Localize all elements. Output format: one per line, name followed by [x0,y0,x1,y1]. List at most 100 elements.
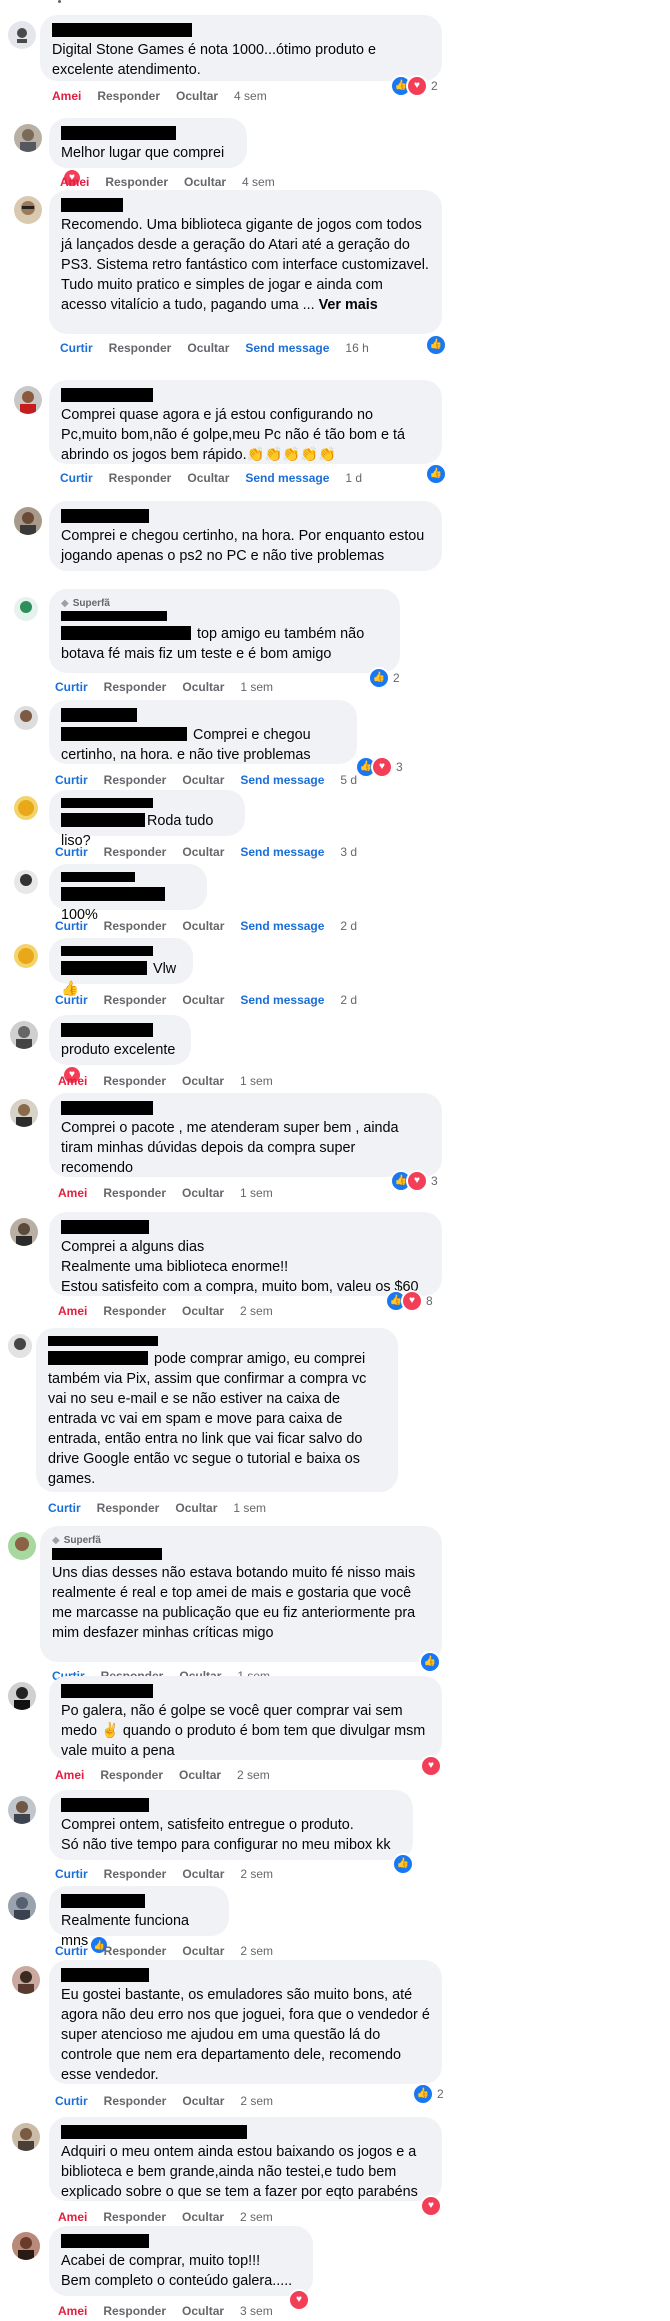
redacted-name[interactable] [61,611,167,621]
redacted-name[interactable] [61,2234,149,2248]
avatar[interactable] [10,1099,38,1127]
like-button[interactable]: Curtir [55,2094,88,2108]
avatar[interactable] [12,2232,40,2260]
timestamp[interactable]: 2 sem [240,2210,273,2224]
avatar[interactable] [10,1021,38,1049]
like-button[interactable]: Curtir [55,845,88,859]
redacted-name[interactable] [61,946,153,956]
timestamp[interactable]: 1 sem [240,1186,273,1200]
avatar[interactable] [8,1682,36,1710]
reply-button[interactable]: Responder [104,919,167,933]
reply-button[interactable]: Responder [97,1501,160,1515]
reactions[interactable]: 👍 ♥ 3 [390,1170,438,1192]
send-message-button[interactable]: Send message [240,845,324,859]
avatar[interactable] [14,386,42,414]
hide-button[interactable]: Ocultar [175,1501,217,1515]
amei-button[interactable]: Amei [60,175,89,189]
hide-button[interactable]: Ocultar [182,1867,224,1881]
timestamp[interactable]: 1 sem [240,680,273,694]
avatar[interactable] [14,870,38,894]
reply-button[interactable]: Responder [97,89,160,103]
timestamp[interactable]: 2 sem [240,2094,273,2108]
reply-button[interactable]: Responder [103,2304,166,2318]
amei-button[interactable]: Amei [58,1074,87,1088]
send-message-button[interactable]: Send message [245,341,329,355]
amei-button[interactable]: Amei [52,89,81,103]
hide-button[interactable]: Ocultar [182,845,224,859]
like-button[interactable]: Curtir [60,341,93,355]
like-button[interactable]: Curtir [48,1501,81,1515]
timestamp[interactable]: 2 sem [240,1867,273,1881]
like-button[interactable]: Curtir [55,919,88,933]
avatar[interactable] [14,196,42,224]
hide-button[interactable]: Ocultar [182,680,224,694]
reply-button[interactable]: Responder [104,845,167,859]
avatar[interactable] [14,796,38,820]
avatar[interactable] [14,597,38,621]
redacted-name[interactable] [61,1798,149,1812]
timestamp[interactable]: 2 sem [240,1944,273,1958]
reactions[interactable]: 👍 ♥ 2 [390,75,438,97]
reactions[interactable]: 👍 2 [412,2083,444,2105]
reply-button[interactable]: Responder [103,2210,166,2224]
like-button[interactable]: Curtir [55,993,88,1007]
see-more-link[interactable]: Ver mais [319,297,378,313]
redacted-name[interactable] [61,198,123,212]
avatar[interactable] [10,1218,38,1246]
reply-button[interactable]: Responder [103,1074,166,1088]
reactions[interactable]: 👍 2 [368,667,400,689]
reactions[interactable]: ♥ [288,2289,310,2311]
reactions[interactable]: 👍 [425,463,447,485]
redacted-name[interactable] [61,1023,153,1037]
timestamp[interactable]: 3 d [340,845,357,859]
reply-button[interactable]: Responder [104,1944,167,1958]
avatar[interactable] [8,1796,36,1824]
hide-button[interactable]: Ocultar [182,773,224,787]
send-message-button[interactable]: Send message [240,919,324,933]
hide-button[interactable]: Ocultar [182,2304,224,2318]
timestamp[interactable]: 2 sem [240,1304,273,1318]
avatar[interactable] [8,1532,36,1560]
redacted-name[interactable] [61,1894,145,1908]
reply-button[interactable]: Responder [105,175,168,189]
reply-button[interactable]: Responder [104,993,167,1007]
hide-button[interactable]: Ocultar [182,2094,224,2108]
hide-button[interactable]: Ocultar [179,1768,221,1782]
redacted-name[interactable] [61,388,153,402]
hide-button[interactable]: Ocultar [187,341,229,355]
amei-button[interactable]: Amei [55,1768,84,1782]
redacted-mention[interactable] [61,727,187,741]
hide-button[interactable]: Ocultar [184,175,226,189]
send-message-button[interactable]: Send message [240,773,324,787]
reply-button[interactable]: Responder [104,680,167,694]
redacted-name[interactable] [61,509,149,523]
hide-button[interactable]: Ocultar [182,993,224,1007]
hide-button[interactable]: Ocultar [182,1074,224,1088]
redacted-name[interactable] [61,1101,153,1115]
timestamp[interactable]: 16 h [345,341,368,355]
hide-button[interactable]: Ocultar [187,471,229,485]
reactions[interactable]: 👍 [425,334,447,356]
avatar[interactable] [14,124,42,152]
reply-button[interactable]: Responder [104,773,167,787]
reply-button[interactable]: Responder [109,341,172,355]
timestamp[interactable]: 1 d [345,471,362,485]
amei-button[interactable]: Amei [58,2304,87,2318]
redacted-mention[interactable] [61,887,165,901]
reply-button[interactable]: Responder [103,1304,166,1318]
avatar[interactable] [12,1966,40,1994]
hide-button[interactable]: Ocultar [182,2210,224,2224]
hide-button[interactable]: Ocultar [176,89,218,103]
amei-button[interactable]: Amei [58,2210,87,2224]
hide-button[interactable]: Ocultar [182,919,224,933]
redacted-name[interactable] [61,1684,153,1698]
avatar[interactable] [8,21,36,49]
redacted-name[interactable] [61,2125,247,2139]
reactions[interactable]: 👍 ♥ 8 [385,1290,433,1312]
timestamp[interactable]: 1 sem [233,1501,266,1515]
timestamp[interactable]: 3 sem [240,2304,273,2318]
timestamp[interactable]: 2 sem [237,1768,270,1782]
redacted-mention[interactable] [61,626,191,640]
redacted-mention[interactable] [61,813,145,827]
avatar[interactable] [14,944,38,968]
